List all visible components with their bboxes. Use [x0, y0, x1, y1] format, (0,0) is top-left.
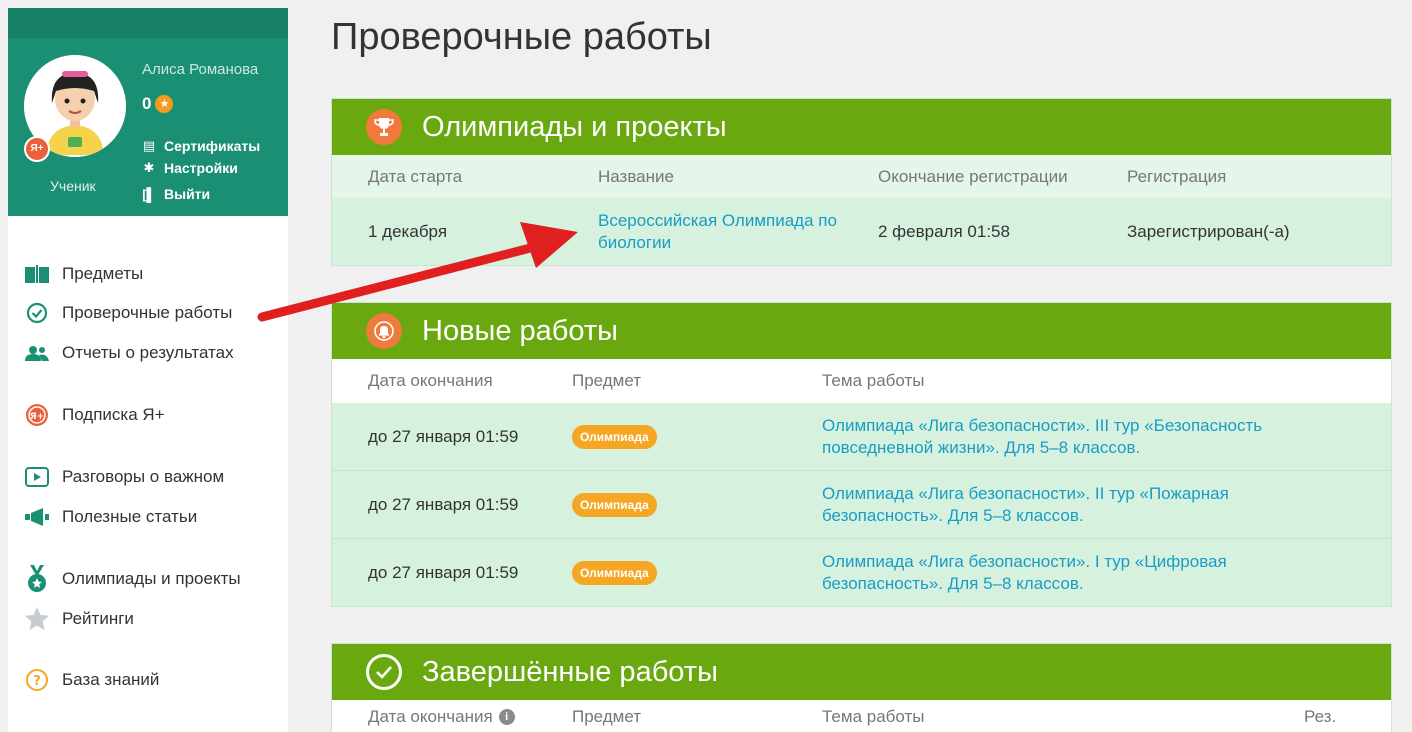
nav-item-articles[interactable]: Полезные статьи — [24, 504, 197, 530]
new-works-title: Новые работы — [422, 314, 618, 347]
nav-item-tests[interactable]: Проверочные работы — [24, 300, 232, 326]
col-topic: Тема работы — [822, 371, 925, 390]
new-works-card: Новые работы Дата окончания Предмет Тема… — [331, 302, 1392, 607]
check-circle-icon — [366, 654, 402, 690]
table-row[interactable]: до 27 января 01:59 Олимпиада Олимпиада «… — [332, 471, 1391, 539]
nav-label: Рейтинги — [62, 609, 134, 628]
users-icon — [24, 340, 50, 366]
start-date: 1 декабря — [368, 221, 448, 241]
settings-label: Настройки — [164, 160, 238, 176]
logout-label: Выйти — [164, 186, 211, 202]
col-end-date: Дата окончания i — [368, 707, 515, 727]
nav-label: База знаний — [62, 670, 160, 689]
svg-text:Я+: Я+ — [30, 412, 44, 422]
points-value: 0 — [142, 94, 152, 113]
nav-item-talks[interactable]: Разговоры о важном — [24, 464, 224, 490]
yaplus-icon: Я+ — [24, 402, 50, 428]
gear-icon: ✱ — [143, 160, 155, 175]
nav-item-ratings[interactable]: Рейтинги — [24, 606, 134, 632]
nav-item-subjects[interactable]: Предметы — [24, 261, 143, 287]
work-topic-link[interactable]: Олимпиада «Лига безопасности». I тур «Ци… — [822, 551, 1342, 595]
olympiads-column-headers: Дата старта Название Окончание регистрац… — [332, 155, 1391, 198]
nav-label: Предметы — [62, 264, 144, 283]
end-date: до 27 января 01:59 — [368, 426, 519, 446]
col-name: Название — [598, 166, 674, 186]
completed-column-headers: Дата окончания i Предмет Тема работы Рез… — [332, 700, 1391, 732]
yaplus-badge: Я+ — [24, 136, 50, 162]
table-row[interactable]: до 27 января 01:59 Олимпиада Олимпиада «… — [332, 403, 1391, 471]
nav-label: Проверочные работы — [62, 303, 233, 322]
table-row[interactable]: 1 декабря Всероссийская Олимпиада по био… — [332, 198, 1391, 265]
nav-label: Разговоры о важном — [62, 467, 225, 486]
nav-item-knowledge-base[interactable]: ? База знаний — [24, 667, 159, 693]
end-date: до 27 января 01:59 — [368, 562, 519, 582]
col-registration-end: Окончание регистрации — [878, 166, 1068, 186]
completed-card: Завершённые работы Дата окончания i Пред… — [331, 643, 1392, 732]
olympiads-title: Олимпиады и проекты — [422, 110, 727, 143]
profile-topbar — [8, 8, 288, 38]
subject-badge: Олимпиада — [572, 560, 657, 585]
certificates-label: Сертификаты — [164, 138, 261, 154]
nav-label: Олимпиады и проекты — [62, 569, 241, 588]
nav-label: Полезные статьи — [62, 507, 198, 526]
certificates-link[interactable]: ▤ Сертификаты — [142, 138, 260, 154]
megaphone-icon — [24, 504, 50, 530]
subject-badge: Олимпиада — [572, 424, 657, 449]
completed-title: Завершённые работы — [422, 655, 718, 688]
completed-header: Завершённые работы — [332, 644, 1391, 700]
role-label: Ученик — [50, 178, 96, 194]
nav-item-olympiads[interactable]: Олимпиады и проекты — [24, 565, 241, 592]
new-works-header: Новые работы — [332, 303, 1391, 359]
check-circle-icon — [24, 300, 50, 326]
col-end-date-label: Дата окончания — [368, 706, 493, 726]
user-name[interactable]: Алиса Романова — [142, 61, 258, 78]
col-registration: Регистрация — [1127, 166, 1227, 186]
olympiad-link[interactable]: Всероссийская Олимпиада по биологии — [598, 210, 848, 254]
registration-end: 2 февраля 01:58 — [878, 221, 1010, 241]
logout-icon: [▌ — [142, 186, 156, 202]
nav-item-subscription[interactable]: Я+ Подписка Я+ — [24, 402, 165, 428]
certificate-icon: ▤ — [142, 138, 156, 153]
sidebar: Я+ Ученик Алиса Романова 0 ★ ▤ Сертифика… — [8, 8, 288, 732]
info-icon[interactable]: i — [498, 708, 515, 725]
col-start-date: Дата старта — [368, 166, 463, 186]
trophy-icon — [366, 109, 402, 145]
medal-icon — [24, 565, 50, 592]
nav-label: Подписка Я+ — [62, 405, 165, 424]
play-icon — [24, 464, 50, 490]
work-topic-link[interactable]: Олимпиада «Лига безопасности». II тур «П… — [822, 483, 1342, 527]
registration-status: Зарегистрирован(-а) — [1127, 221, 1290, 241]
end-date: до 27 января 01:59 — [368, 494, 519, 514]
subject-badge: Олимпиада — [572, 492, 657, 517]
olympiads-header: Олимпиады и проекты — [332, 99, 1391, 155]
table-row[interactable]: до 27 января 01:59 Олимпиада Олимпиада «… — [332, 539, 1391, 606]
star-icon: ★ — [155, 95, 174, 113]
bell-icon — [366, 313, 402, 349]
olympiads-card: Олимпиады и проекты Дата старта Название… — [331, 98, 1392, 266]
nav-label: Отчеты о результатах — [62, 343, 234, 362]
logout-link[interactable]: [▌ Выйти — [142, 186, 210, 202]
col-subject: Предмет — [572, 371, 642, 390]
question-icon: ? — [24, 667, 50, 693]
col-end-date: Дата окончания — [368, 371, 493, 390]
star-icon — [24, 606, 50, 632]
points: 0 ★ — [142, 94, 174, 114]
work-topic-link[interactable]: Олимпиада «Лига безопасности». III тур «… — [822, 415, 1342, 459]
col-subject: Предмет — [572, 706, 642, 726]
profile-panel: Я+ Ученик Алиса Романова 0 ★ ▤ Сертифика… — [8, 8, 288, 216]
svg-text:?: ? — [33, 674, 41, 689]
nav-item-reports[interactable]: Отчеты о результатах — [24, 340, 234, 366]
col-topic: Тема работы — [822, 706, 925, 726]
page-title: Проверочные работы — [331, 16, 712, 58]
new-works-column-headers: Дата окончания Предмет Тема работы — [332, 359, 1391, 403]
col-result: Рез. — [1304, 706, 1337, 726]
settings-link[interactable]: ✱ Настройки — [142, 160, 238, 176]
book-icon — [24, 261, 50, 287]
